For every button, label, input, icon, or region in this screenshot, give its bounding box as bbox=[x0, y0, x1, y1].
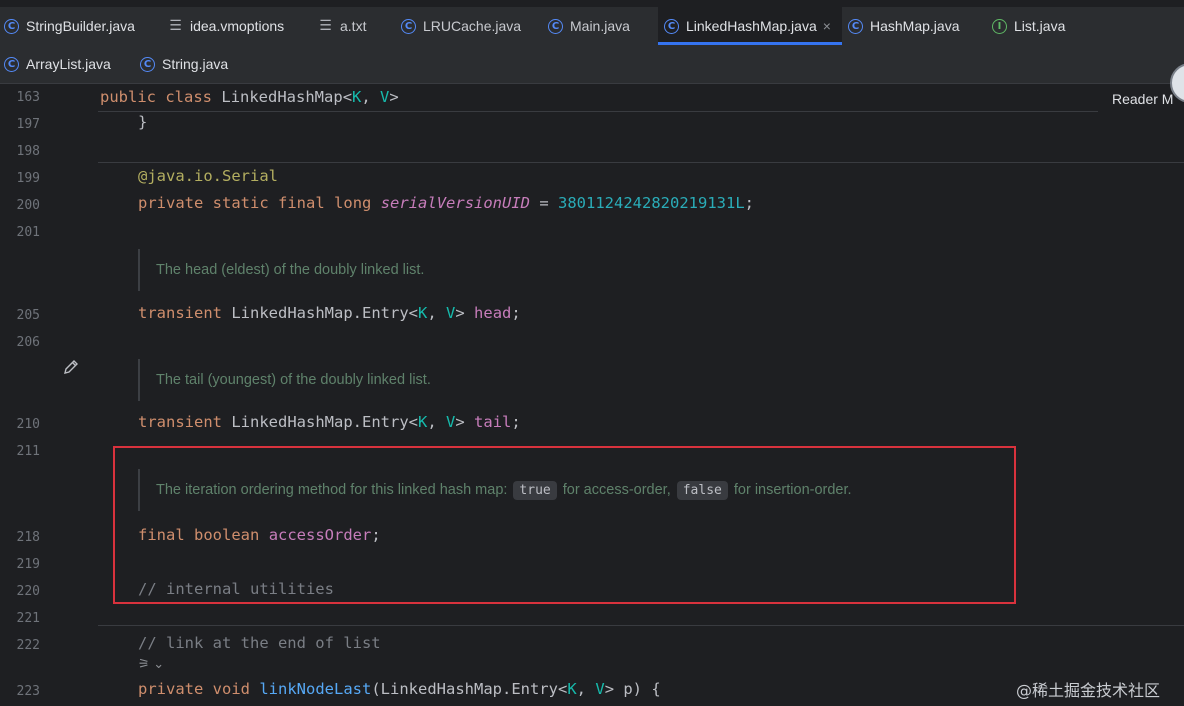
class-icon: C bbox=[664, 18, 679, 34]
tab-string[interactable]: C String.java bbox=[140, 45, 228, 83]
interface-icon: I bbox=[992, 18, 1007, 34]
tab-arraylist[interactable]: C ArrayList.java bbox=[4, 45, 111, 83]
fold-divider bbox=[98, 625, 1184, 626]
code-line[interactable]: } bbox=[138, 113, 147, 131]
class-icon: C bbox=[4, 18, 19, 34]
highlight-box bbox=[113, 446, 1016, 604]
line-number: 219 bbox=[16, 557, 40, 572]
tab-hashmap[interactable]: C HashMap.java bbox=[848, 7, 960, 45]
tab-stringbuilder[interactable]: C StringBuilder.java bbox=[4, 7, 135, 45]
text-file-icon: ☰ bbox=[319, 18, 332, 34]
tab-main[interactable]: C Main.java bbox=[548, 7, 630, 45]
tab-a-txt[interactable]: ☰ a.txt bbox=[318, 7, 366, 45]
tab-linkedhashmap[interactable]: C LinkedHashMap.java × bbox=[658, 7, 842, 45]
line-number: 198 bbox=[16, 144, 40, 159]
tab-list[interactable]: I List.java bbox=[992, 7, 1065, 45]
sticky-class-header[interactable]: public class LinkedHashMap<K, V> bbox=[100, 88, 399, 106]
close-icon[interactable]: × bbox=[823, 18, 831, 34]
code-line[interactable]: transient LinkedHashMap.Entry<K, V> head… bbox=[138, 304, 521, 322]
line-number: 199 bbox=[16, 171, 40, 186]
inlay-hint[interactable]: ⚞ ⌄ bbox=[138, 656, 164, 672]
line-number: 197 bbox=[16, 117, 40, 132]
line-number: 211 bbox=[16, 444, 40, 459]
line-number: 206 bbox=[16, 335, 40, 350]
javadoc-head: The head (eldest) of the doubly linked l… bbox=[138, 249, 424, 291]
line-number: 220 bbox=[16, 584, 40, 599]
class-icon: C bbox=[848, 18, 863, 34]
line-number: 223 bbox=[16, 684, 40, 699]
code-line[interactable]: transient LinkedHashMap.Entry<K, V> tail… bbox=[138, 413, 521, 431]
line-number: 221 bbox=[16, 611, 40, 626]
watermark: @稀土掘金技术社区 bbox=[1016, 681, 1161, 700]
sticky-divider bbox=[98, 111, 1098, 112]
code-line[interactable]: @java.io.Serial bbox=[138, 167, 278, 185]
code-line[interactable]: private static final long serialVersionU… bbox=[138, 194, 754, 212]
class-icon: C bbox=[4, 56, 19, 72]
line-number: 163 bbox=[16, 90, 40, 105]
editor-tab-bar: C StringBuilder.java ☰ idea.vmoptions ☰ a.t… bbox=[0, 7, 1184, 45]
class-icon: C bbox=[548, 18, 563, 34]
javadoc-tail: The tail (youngest) of the doubly linked… bbox=[138, 359, 431, 401]
line-number: 200 bbox=[16, 198, 40, 213]
line-number: 201 bbox=[16, 225, 40, 240]
editor-tab-bar-row2: C ArrayList.java C String.java bbox=[0, 45, 1184, 84]
code-comment[interactable]: // link at the end of list bbox=[138, 634, 381, 652]
line-number: 210 bbox=[16, 417, 40, 432]
tab-idea-vmoptions[interactable]: ☰ idea.vmoptions bbox=[168, 7, 284, 45]
fold-divider bbox=[98, 162, 1184, 163]
reader-mode-button[interactable]: Reader M bbox=[1112, 91, 1173, 107]
edit-pencil-icon[interactable] bbox=[62, 358, 80, 376]
class-icon: C bbox=[401, 18, 416, 34]
line-number: 218 bbox=[16, 530, 40, 545]
line-number: 222 bbox=[16, 638, 40, 653]
tab-lrucache[interactable]: C LRUCache.java bbox=[401, 7, 521, 45]
line-number: 205 bbox=[16, 308, 40, 323]
text-file-icon: ☰ bbox=[169, 18, 182, 34]
code-line[interactable]: private void linkNodeLast(LinkedHashMap.… bbox=[138, 680, 661, 698]
class-icon: C bbox=[140, 56, 155, 72]
